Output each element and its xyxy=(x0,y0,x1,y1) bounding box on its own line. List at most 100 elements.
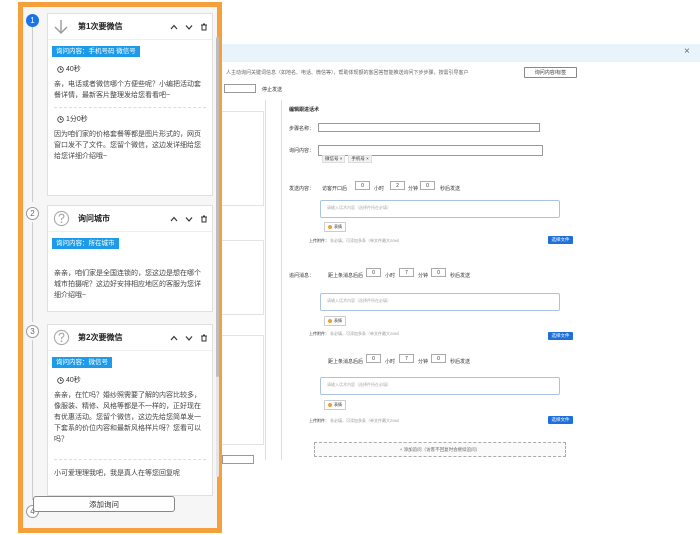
send-content-label: 发送内容： xyxy=(289,186,315,192)
follow2-second-input[interactable]: 0 xyxy=(431,354,446,363)
card-actions xyxy=(170,325,208,351)
follow1-emoji-button[interactable]: 表情 xyxy=(324,316,346,326)
follow1-upload-label: 上传附件： xyxy=(309,331,329,336)
emoji-button[interactable]: 表情 xyxy=(324,222,346,232)
stop-send-label: 停止发送 xyxy=(262,87,283,93)
message-text: 亲亲，咱们家是全国连锁的，您这边是想在哪个城市拍摄呢？这边好安排相应地区的客服为… xyxy=(54,270,201,299)
background-bottom-input[interactable] xyxy=(222,455,254,464)
timeline-line xyxy=(32,222,33,322)
emoji-icon xyxy=(328,225,332,229)
step-number-1: 1 xyxy=(26,14,39,27)
clock-icon xyxy=(57,115,64,123)
chevron-up-icon[interactable] xyxy=(170,23,178,31)
background-card xyxy=(222,240,264,315)
chevron-up-icon[interactable] xyxy=(170,334,178,342)
follow2-emoji-button[interactable]: 表情 xyxy=(324,400,346,410)
chevron-down-icon[interactable] xyxy=(185,23,193,31)
message-text: 小可爱理理我吧，我是真人在等您回复呢 xyxy=(54,470,180,477)
visitor-open-label: 访客开口后 xyxy=(322,186,348,192)
step-number-3: 3 xyxy=(26,325,39,338)
follow2-upload-hint: 非必填，可添加多条（单文件最大20M） xyxy=(330,418,402,423)
upload-label: 上传附件： xyxy=(309,238,329,243)
chevron-down-icon[interactable] xyxy=(185,215,193,223)
card-title: 第2次要微信 xyxy=(78,333,123,342)
follow1-choose-file-button[interactable]: 选择文件 xyxy=(548,332,573,340)
card-actions xyxy=(170,14,208,40)
trash-icon[interactable] xyxy=(200,215,208,223)
step-card-3[interactable]: 第2次要微信 询问内容：微信号 40秒 亲亲，在忙吗？婚纱照需要了解的内容比较多… xyxy=(47,324,213,496)
emoji-icon xyxy=(328,403,332,407)
dialog-title-bar xyxy=(222,44,700,62)
timer-value: 40秒 xyxy=(66,377,81,384)
delay-timer: 40秒 xyxy=(57,64,212,74)
card-header: 第1次要微信 xyxy=(48,14,212,40)
step-list-panel: 1 2 3 4 第1次要微信 询问内容：手机号码 微信号 40秒 亲，电话或者微… xyxy=(18,2,222,533)
minute-unit: 分钟 xyxy=(408,186,419,192)
column-divider xyxy=(281,100,282,460)
follow2-minute-unit: 分钟 xyxy=(418,359,429,365)
chevron-down-icon[interactable] xyxy=(185,334,193,342)
follow2-minute-input[interactable]: 7 xyxy=(399,354,414,363)
question-icon xyxy=(52,210,70,228)
global-stop-input[interactable] xyxy=(224,84,256,93)
scrollbar-thumb[interactable] xyxy=(216,37,219,377)
follow2-choose-file-button[interactable]: 选择文件 xyxy=(548,416,573,424)
card-title: 第1次要微信 xyxy=(78,22,123,31)
follow1-textarea[interactable]: 请输入话术内容（选择件所在必填） xyxy=(320,293,560,311)
add-follow-up-button[interactable]: + 添加追问（访客不回复时会继续追问） xyxy=(314,442,566,457)
ask-content-label: 询问内容： xyxy=(289,148,315,154)
ask-content-tag-button[interactable]: 询问内容/标签 xyxy=(524,67,577,78)
follow2-from-last-label: 距上条消息后后 xyxy=(328,359,364,365)
card-header: 询问城市 xyxy=(48,206,212,232)
step-name-input[interactable] xyxy=(318,123,540,132)
follow2-upload-label: 上传附件： xyxy=(309,418,329,423)
clock-icon xyxy=(57,65,64,73)
tag-phone[interactable]: 手机号 × xyxy=(348,155,372,163)
background-card xyxy=(222,111,264,206)
clock-icon xyxy=(57,376,64,384)
hour-input[interactable]: 0 xyxy=(355,181,370,190)
follow1-minute-input[interactable]: 7 xyxy=(399,268,414,277)
edit-section-title: 编辑跟进话术 xyxy=(289,107,320,113)
minute-input[interactable]: 2 xyxy=(390,181,405,190)
follow-up-label: 追问消息： xyxy=(289,273,315,279)
follow1-hour-unit: 小时 xyxy=(385,273,396,279)
step-card-1[interactable]: 第1次要微信 询问内容：手机号码 微信号 40秒 亲，电话或者微信哪个方便些呢？… xyxy=(47,13,213,196)
follow1-second-send: 秒后发送 xyxy=(450,273,471,279)
column-divider xyxy=(265,100,266,460)
tag-wechat[interactable]: 微信号 × xyxy=(322,155,346,163)
trash-icon[interactable] xyxy=(200,23,208,31)
follow1-hour-input[interactable]: 0 xyxy=(366,268,381,277)
add-question-button[interactable]: 添加询问 xyxy=(33,496,175,512)
message-text: 亲，电话或者微信哪个方便些呢？小编把活动套餐详情，最新客片整理发给您看看吧~ xyxy=(54,81,201,99)
message-text: 亲亲，在忙吗？婚纱照需要了解的内容比较多，像服装、精修、风格等都是不一样的，正好… xyxy=(54,392,201,443)
trash-icon[interactable] xyxy=(200,334,208,342)
close-icon[interactable]: × xyxy=(684,46,690,57)
second-input[interactable]: 0 xyxy=(420,181,435,190)
choose-file-button[interactable]: 选择文件 xyxy=(548,236,573,244)
follow2-hour-unit: 小时 xyxy=(385,359,396,365)
delay-timer: 40秒 xyxy=(57,375,212,385)
card-header: 第2次要微信 xyxy=(48,325,212,351)
follow2-hour-input[interactable]: 0 xyxy=(366,354,381,363)
step-card-2[interactable]: 询问城市 询问内容：所在城市 亲亲，咱们家是全国连锁的，您这边是想在哪个城市拍摄… xyxy=(47,205,213,312)
upload-hint: 非必填，可添加多条（单文件最大20M） xyxy=(330,238,402,243)
timer-value: 40秒 xyxy=(66,66,81,73)
question-icon xyxy=(52,329,70,347)
message-textarea[interactable]: 请输入话术内容（选择件所在必填） xyxy=(320,200,560,218)
card-actions xyxy=(170,206,208,232)
follow2-second-send: 秒后发送 xyxy=(450,359,471,365)
hour-unit: 小时 xyxy=(374,186,385,192)
delay-timer: 1分0秒 xyxy=(57,114,212,124)
arrow-down-icon xyxy=(52,18,70,36)
step-name-label: 步骤名称： xyxy=(289,126,315,132)
follow1-second-input[interactable]: 0 xyxy=(431,268,446,277)
follow1-upload-hint: 非必填，可添加多条（单文件最大20M） xyxy=(330,331,402,336)
step-number-2: 2 xyxy=(26,207,39,220)
screenshot: × 人主动询问关键词信息（如地名、电话、微信等），帮助体现额的客回答智能推送询问… xyxy=(0,0,700,535)
ask-content-select[interactable]: 微信号 × 手机号 × xyxy=(318,145,543,163)
follow2-textarea[interactable]: 请输入话术内容（选择件所在必填） xyxy=(320,377,560,395)
timeline-line xyxy=(32,27,33,202)
chevron-up-icon[interactable] xyxy=(170,215,178,223)
background-card xyxy=(222,335,264,445)
